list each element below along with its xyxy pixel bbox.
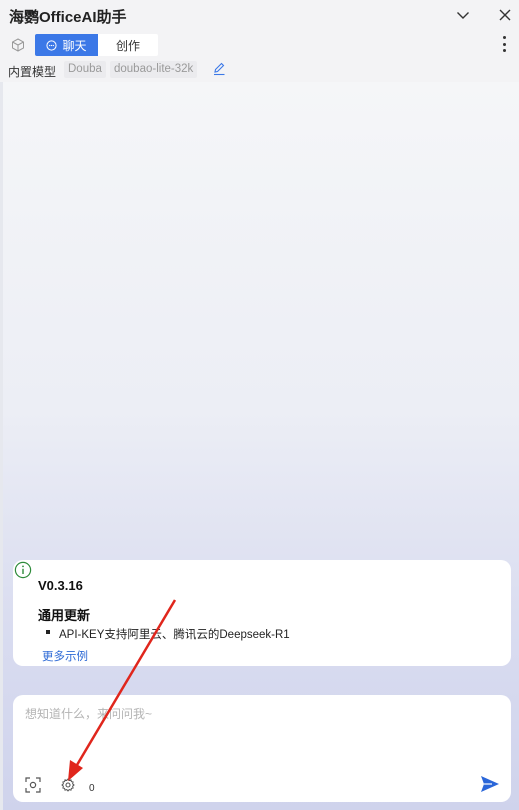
tab-create[interactable]: 创作	[98, 34, 158, 56]
chat-bubble-icon	[46, 39, 58, 51]
model-label: 内置模型	[8, 65, 57, 79]
tab-create-label: 创作	[115, 38, 140, 53]
send-icon[interactable]	[480, 775, 500, 793]
title-bar: 海鹦OfficeAI助手	[0, 0, 519, 32]
model-name: doubao-lite-32k	[110, 61, 198, 78]
tab-chat-label: 聊天	[62, 38, 87, 53]
mode-tabs: 聊天 创作	[35, 34, 158, 56]
update-notice-card: V0.3.16 通用更新 API-KEY支持阿里云、腾讯云的Deepseek-R…	[13, 560, 511, 666]
close-button[interactable]	[493, 4, 517, 26]
chat-input-box: 0	[13, 695, 511, 802]
update-item: API-KEY支持阿里云、腾讯云的Deepseek-R1	[46, 626, 290, 642]
token-count: 0	[89, 783, 95, 794]
tab-chat[interactable]: 聊天	[35, 34, 98, 56]
update-section-title: 通用更新	[38, 608, 91, 623]
chevron-down-icon	[457, 12, 469, 19]
chat-input[interactable]	[25, 705, 495, 745]
edit-icon[interactable]	[212, 62, 226, 76]
model-bar: 内置模型 Douba doubao-lite-32k	[0, 58, 519, 82]
gear-icon[interactable]	[61, 778, 75, 792]
more-vertical-icon[interactable]	[501, 36, 507, 52]
info-icon	[14, 561, 32, 579]
scan-icon[interactable]	[25, 777, 41, 793]
close-icon	[499, 9, 511, 21]
more-examples-link[interactable]: 更多示例	[42, 648, 88, 664]
version-label: V0.3.16	[38, 578, 83, 593]
collapse-button[interactable]	[451, 4, 475, 26]
app-title: 海鹦OfficeAI助手	[9, 9, 127, 26]
model-provider: Douba	[64, 61, 106, 78]
cube-icon[interactable]	[11, 38, 25, 52]
mode-toolbar: 聊天 创作	[0, 32, 519, 58]
